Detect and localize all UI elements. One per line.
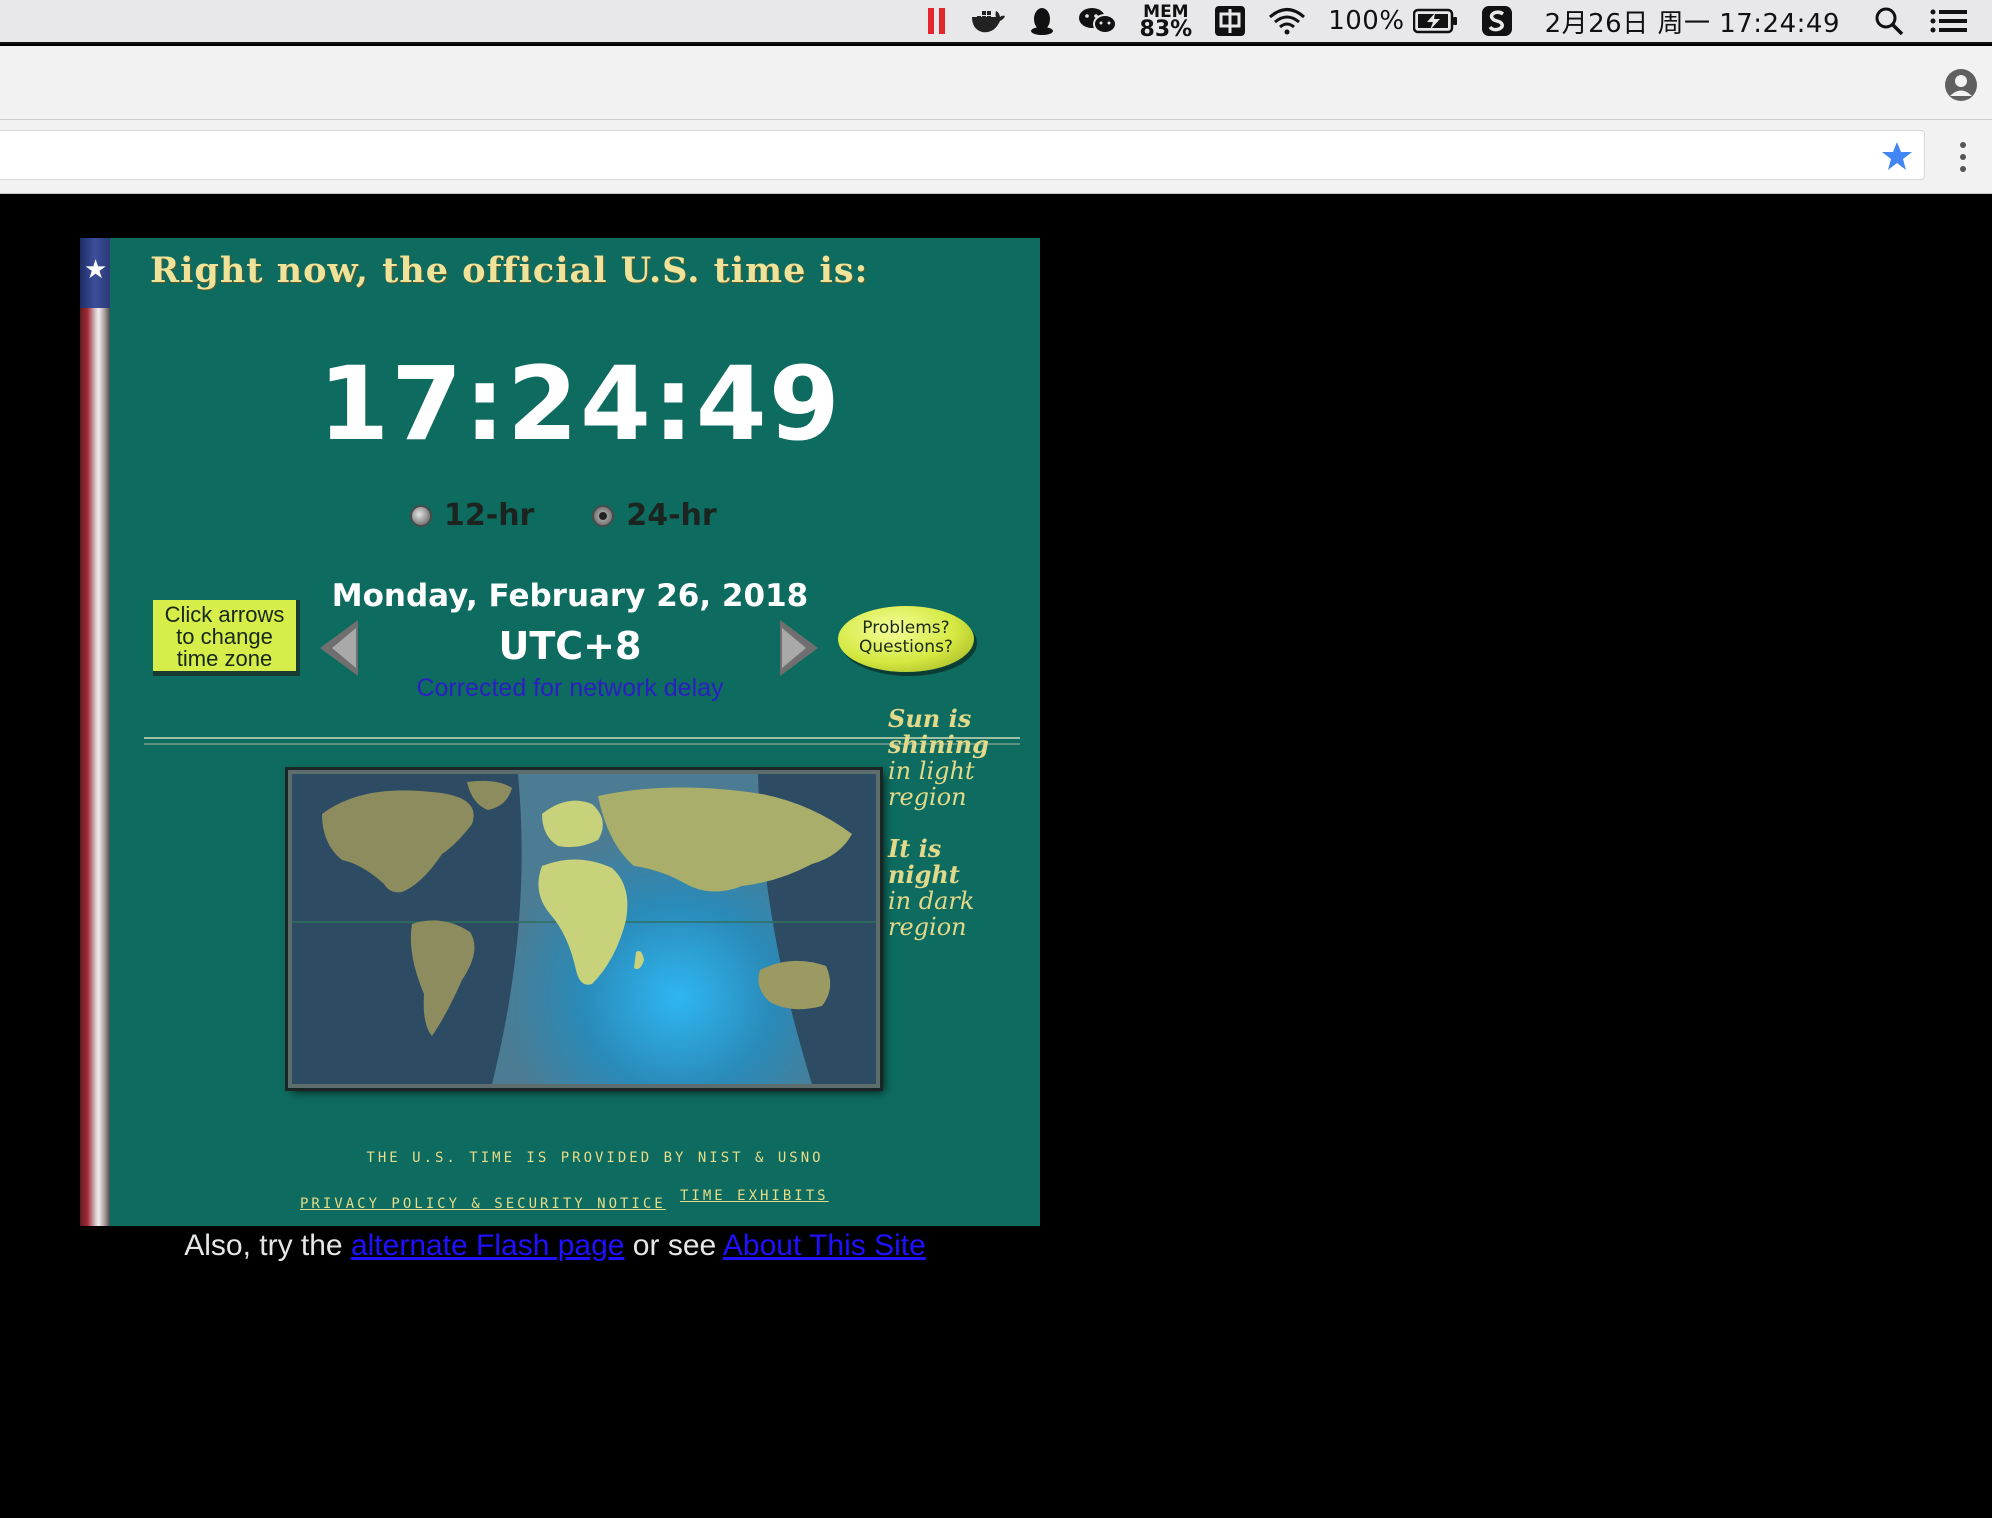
menubar-clock[interactable]: 2月26日 周一 17:24:49 — [1545, 3, 1840, 40]
docker-icon[interactable] — [970, 7, 1006, 35]
browser-menu-icon[interactable] — [1958, 140, 1968, 179]
radio-12-hr-button[interactable] — [410, 504, 432, 527]
radio-24-hr[interactable]: 24-hr — [592, 498, 717, 533]
about-this-site-link[interactable]: About This Site — [723, 1229, 926, 1262]
privacy-policy-link[interactable]: PRIVACY POLICY & SECURITY NOTICE — [300, 1196, 666, 1212]
input-method-icon[interactable] — [1214, 5, 1246, 37]
legend-day-line-1: Sun is — [888, 704, 972, 733]
official-time-display: 17:24:49 — [318, 345, 842, 464]
time-exhibits-link[interactable]: TIME EXHIBITS — [680, 1188, 829, 1204]
current-date: Monday, February 26, 2018 — [331, 578, 809, 614]
battery-charging-icon[interactable] — [1412, 8, 1459, 34]
problems-line-1: Problems? — [862, 618, 950, 638]
provider-credit: THE U.S. TIME IS PROVIDED BY NIST & USNO — [366, 1150, 824, 1166]
hint-line-2: to change — [176, 624, 273, 649]
star-icon: ★ — [84, 254, 108, 284]
url-input[interactable] — [0, 130, 1925, 180]
network-delay-note: Corrected for network delay — [416, 674, 724, 702]
browser-address-bar — [0, 120, 1992, 194]
legend-night-line-3: in dark — [888, 887, 975, 915]
legend-day-line-2: shining — [888, 730, 989, 759]
memory-value: 83% — [1139, 17, 1193, 42]
day-night-world-map — [288, 770, 880, 1088]
time-format-selector: 12-hr 24-hr — [410, 498, 775, 533]
daylight-legend: Sun is shining in light region — [888, 704, 989, 811]
sogou-s-icon[interactable] — [1481, 5, 1513, 37]
problems-line-2: Questions? — [859, 637, 953, 657]
notification-center-icon[interactable] — [1930, 9, 1968, 33]
footer-line: Also, try the alternate Flash page or se… — [0, 1229, 1110, 1263]
night-legend: It is night in dark region — [888, 834, 975, 941]
profile-avatar-icon[interactable] — [1944, 68, 1978, 107]
legend-day-line-4: region — [888, 783, 967, 811]
radio-12-hr-label: 12-hr — [444, 498, 535, 533]
spotlight-search-icon[interactable] — [1874, 6, 1904, 36]
legend-day-line-3: in light — [888, 757, 975, 785]
pause-icon[interactable] — [926, 6, 948, 36]
hint-line-3: time zone — [176, 646, 273, 671]
wechat-icon[interactable] — [1078, 6, 1118, 36]
page-content: ★ Right now, the official U.S. time is: … — [0, 195, 1992, 1518]
radio-24-hr-button[interactable] — [592, 504, 615, 527]
menu-bar: MEM 83% 100% 2月26日 周一 17:24:49 — [0, 0, 1992, 44]
time-panel: ★ Right now, the official U.S. time is: … — [80, 238, 1040, 1226]
browser-tab-strip — [0, 46, 1992, 120]
page-title: Right now, the official U.S. time is: — [150, 250, 869, 291]
legend-night-line-1: It is — [888, 834, 942, 863]
change-timezone-hint: Click arrows to change time zone — [153, 600, 300, 676]
hint-line-1: Click arrows — [164, 602, 285, 627]
legend-night-line-2: night — [888, 860, 960, 889]
battery-percent[interactable]: 100% — [1328, 6, 1404, 36]
radio-12-hr[interactable]: 12-hr — [410, 498, 534, 533]
wifi-icon[interactable] — [1268, 6, 1306, 36]
bookmark-star-icon[interactable] — [1881, 140, 1913, 177]
radio-24-hr-label: 24-hr — [626, 498, 717, 533]
legend-night-line-4: region — [888, 913, 967, 941]
qq-penguin-icon[interactable] — [1028, 6, 1056, 36]
alternate-flash-page-link[interactable]: alternate Flash page — [351, 1229, 625, 1262]
timezone-label: UTC+8 — [498, 624, 642, 668]
footer-text-1: Also, try the — [184, 1229, 351, 1262]
memory-indicator[interactable]: MEM 83% — [1139, 3, 1193, 42]
problems-questions-button[interactable]: Problems? Questions? — [838, 606, 974, 672]
footer-text-2: or see — [624, 1229, 723, 1262]
